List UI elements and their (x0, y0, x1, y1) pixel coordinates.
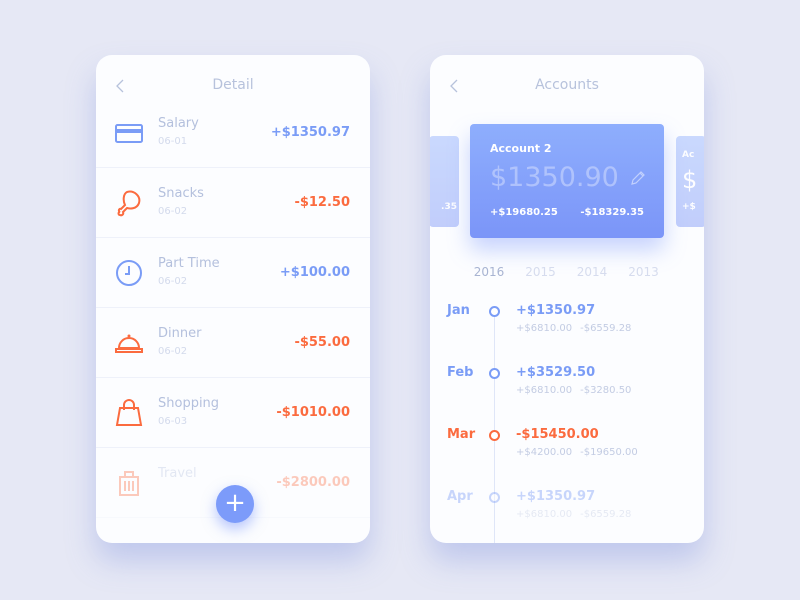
prev-account-card[interactable]: .35 (430, 136, 459, 227)
month-expense: -$6559.28 (580, 509, 632, 520)
transaction-amount: +$1350.97 (270, 125, 350, 140)
transaction-amount: +$100.00 (279, 265, 350, 280)
timeline-dot (489, 368, 500, 379)
year-tab-2014[interactable]: 2014 (577, 265, 608, 279)
transaction-date: 06-02 (158, 276, 188, 287)
chicken-leg-icon (117, 190, 141, 217)
month-label: Feb (447, 365, 474, 380)
pencil-icon[interactable] (630, 170, 646, 186)
transaction-date: 06-02 (158, 346, 188, 357)
timeline-dot (489, 306, 500, 317)
month-total: +$3529.50 (516, 365, 596, 380)
month-total: -$15450.00 (516, 427, 599, 442)
page-title: Detail (212, 77, 254, 93)
account-balance: $1350.90 (490, 162, 619, 193)
month-expense: -$19650.00 (580, 447, 638, 458)
month-entry[interactable]: Jan +$1350.97 +$6810.00 -$6559.28 (430, 303, 704, 363)
account-name: Account 2 (490, 142, 552, 155)
detail-screen: Detail Salary 06-01 +$1350.97 Snacks 06-… (96, 55, 370, 543)
account-card[interactable]: Account 2 $1350.90 +$19680.25 -$18329.35 (470, 124, 664, 238)
month-entry[interactable]: Feb +$3529.50 +$6810.00 -$3280.50 (430, 365, 704, 425)
credit-card-icon (115, 124, 143, 143)
timeline-dot (489, 430, 500, 441)
month-total: +$1350.97 (516, 489, 596, 504)
transaction-name: Snacks (158, 186, 204, 201)
transaction-date: 06-03 (158, 416, 188, 427)
page-title: Accounts (535, 77, 599, 93)
month-total: +$1350.97 (516, 303, 596, 318)
year-tab-2013[interactable]: 2013 (628, 265, 659, 279)
transaction-amount: -$12.50 (294, 195, 350, 210)
clock-icon (116, 260, 142, 286)
luggage-icon (119, 471, 139, 496)
month-income: +$6810.00 (516, 323, 573, 334)
transaction-row[interactable]: Dinner 06-02 -$55.00 (96, 308, 370, 378)
transaction-amount: -$2800.00 (276, 475, 350, 490)
month-label: Apr (447, 489, 473, 504)
transaction-amount: -$1010.00 (276, 405, 350, 420)
food-cloche-icon (115, 334, 143, 353)
year-tab-2016[interactable]: 2016 (474, 265, 505, 279)
month-entry[interactable]: Mar -$15450.00 +$4200.00 -$19650.00 (430, 427, 704, 487)
month-expense: -$6559.28 (580, 323, 632, 334)
transaction-row[interactable]: Shopping 06-03 -$1010.00 (96, 378, 370, 448)
month-income: +$6810.00 (516, 509, 573, 520)
timeline-dot (489, 492, 500, 503)
transaction-date: 06-02 (158, 206, 188, 217)
accounts-screen: Accounts .35 Account 2 $1350.90 +$19680.… (430, 55, 704, 543)
month-income: +$4200.00 (516, 447, 573, 458)
transaction-amount: -$55.00 (294, 335, 350, 350)
month-label: Mar (447, 427, 476, 442)
transaction-row[interactable]: Snacks 06-02 -$12.50 (96, 168, 370, 238)
transaction-name: Salary (158, 116, 199, 131)
month-income: +$6810.00 (516, 385, 573, 396)
year-tab-2015[interactable]: 2015 (525, 265, 556, 279)
add-button[interactable]: + (216, 485, 254, 523)
transaction-name: Dinner (158, 326, 202, 341)
transaction-row[interactable]: Salary 06-01 +$1350.97 (96, 98, 370, 168)
shopping-bag-icon (115, 399, 143, 426)
month-expense: -$3280.50 (580, 385, 632, 396)
transaction-name: Shopping (158, 396, 220, 411)
transaction-row[interactable]: Part Time 06-02 +$100.00 (96, 238, 370, 308)
account-income: +$19680.25 (490, 207, 558, 218)
next-account-card[interactable]: Ac $ +$ (676, 136, 704, 227)
month-entry[interactable]: Apr +$1350.97 +$6810.00 -$6559.28 (430, 489, 704, 543)
transaction-name: Part Time (158, 256, 220, 271)
transaction-date: 06-01 (158, 136, 188, 147)
transaction-name: Travel (158, 466, 197, 481)
month-label: Jan (447, 303, 470, 318)
account-expense: -$18329.35 (580, 207, 644, 218)
